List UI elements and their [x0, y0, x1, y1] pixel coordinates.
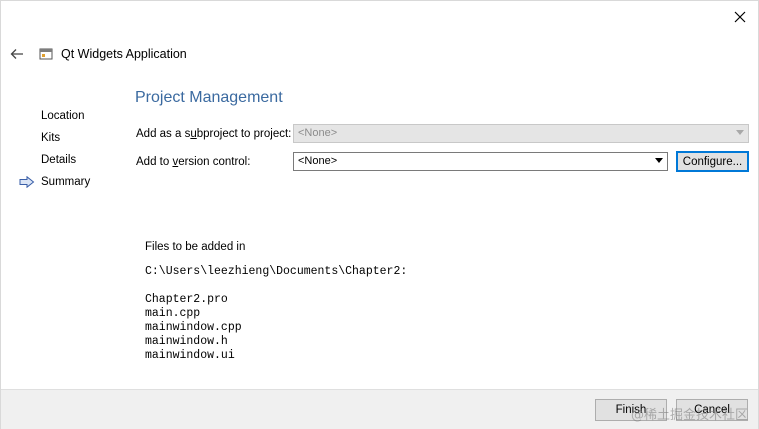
wizard-title-row: Qt Widgets Application — [39, 47, 187, 61]
version-control-label: Add to version control: — [136, 155, 251, 168]
summary-path: C:\Users\leezhieng\Documents\Chapter2: — [145, 265, 408, 278]
subproject-row: Add as a subproject to project: <None> — [136, 124, 749, 143]
version-control-row: Add to version control: <None> Configure… — [136, 151, 749, 172]
nav-item-kits: Kits — [1, 127, 131, 149]
wizard-title: Qt Widgets Application — [61, 47, 187, 61]
chevron-down-icon — [655, 158, 663, 163]
subproject-combobox[interactable]: <None> — [293, 124, 749, 143]
summary-text: Files to be added in C:\Users\leezhieng\… — [145, 241, 565, 363]
nav-item-label: Location — [41, 110, 85, 122]
wizard-step-list: Location Kits Details Summary — [1, 105, 131, 193]
version-control-value: <None> — [298, 155, 338, 167]
subproject-label: Add as a subproject to project: — [136, 127, 292, 140]
close-icon — [734, 11, 746, 23]
subproject-value: <None> — [298, 127, 338, 139]
nav-item-details: Details — [1, 149, 131, 171]
file-list: Chapter2.pro main.cpp mainwindow.cpp mai… — [145, 293, 565, 363]
close-button[interactable] — [730, 7, 750, 27]
current-step-arrow-icon — [19, 176, 35, 188]
list-item: main.cpp — [145, 307, 201, 320]
nav-item-location: Location — [1, 105, 131, 127]
nav-item-label: Details — [41, 154, 77, 166]
list-item: mainwindow.cpp — [145, 321, 242, 334]
nav-item-label: Summary — [41, 176, 91, 188]
list-item: mainwindow.ui — [145, 349, 235, 362]
nav-item-label: Kits — [41, 132, 61, 144]
back-button[interactable] — [7, 45, 27, 63]
list-item: mainwindow.h — [145, 335, 228, 348]
qt-app-window-icon — [39, 48, 53, 60]
nav-item-summary: Summary — [1, 171, 131, 193]
configure-button[interactable]: Configure... — [676, 151, 749, 172]
page-title: Project Management — [135, 89, 283, 106]
version-control-combobox[interactable]: <None> — [293, 152, 668, 171]
list-item: Chapter2.pro — [145, 293, 228, 306]
wizard-window: Qt Widgets Application Location Kits Det… — [0, 0, 759, 429]
chevron-down-icon — [736, 130, 744, 135]
wizard-footer: Finish Cancel @稀土掘金技术社区 — [1, 389, 758, 429]
summary-intro: Files to be added in — [145, 241, 246, 253]
back-arrow-icon — [10, 49, 23, 59]
watermark: @稀土掘金技术社区 — [630, 408, 748, 423]
